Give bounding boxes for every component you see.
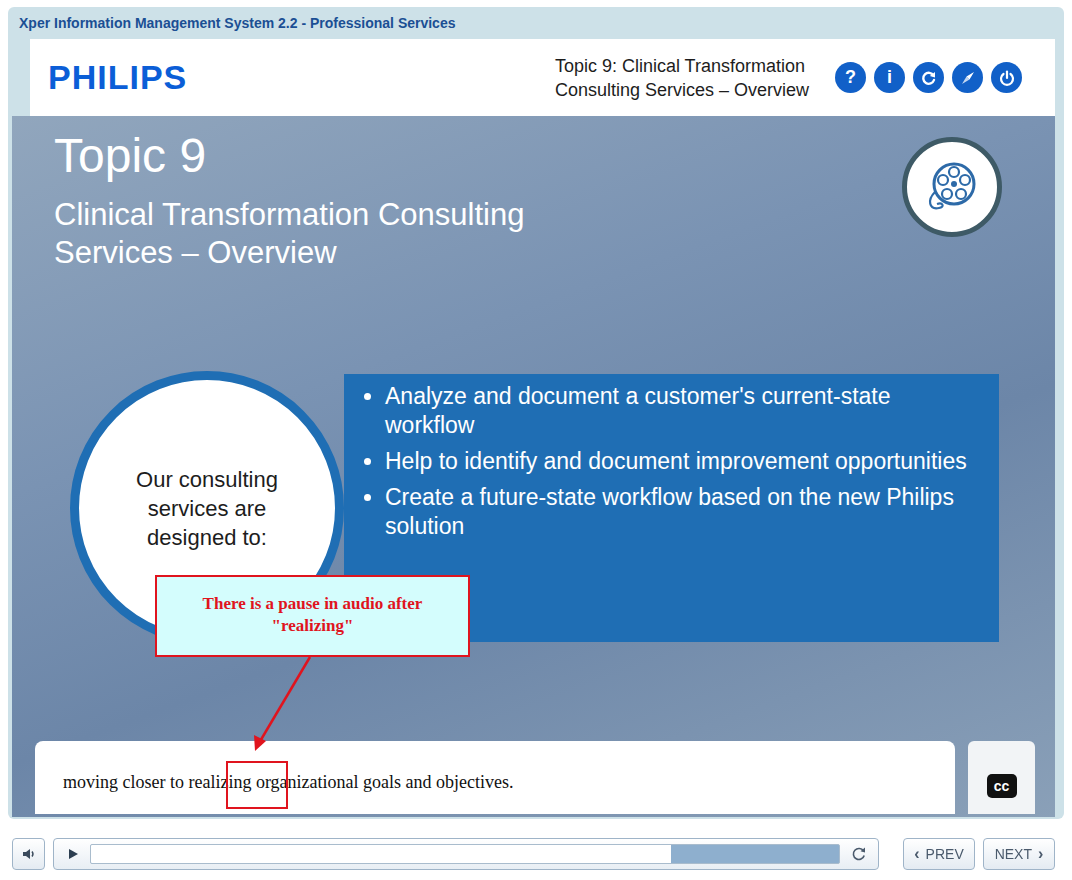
topic-line: Consulting Services – Overview	[555, 78, 809, 102]
subtitle-line: Clinical Transformation Consulting	[54, 196, 524, 234]
exit-button[interactable]	[991, 62, 1022, 93]
bullet-item: Help to identify and document improvemen…	[385, 447, 979, 476]
progress-track[interactable]	[90, 844, 840, 864]
subtitle-line: Services – Overview	[54, 234, 524, 272]
replay-button[interactable]	[913, 62, 944, 93]
next-label: NEXT	[995, 846, 1032, 862]
topic-line: Topic 9: Clinical Transformation	[555, 54, 809, 78]
app-window: Xper Information Management System 2.2 -…	[8, 7, 1064, 819]
prev-button[interactable]: ‹ PREV	[903, 838, 975, 870]
slide-title: Topic 9	[54, 129, 524, 182]
compass-icon	[959, 69, 977, 87]
next-chevron-icon: ›	[1038, 845, 1043, 863]
speaker-icon	[21, 846, 37, 862]
next-button[interactable]: NEXT ›	[983, 838, 1055, 870]
caption-bar: moving closer to realizing organizationa…	[35, 741, 955, 814]
intro-text: Our consulting services are designed to:	[112, 465, 302, 552]
mute-button[interactable]	[12, 838, 45, 870]
info-icon: i	[887, 67, 892, 88]
help-button[interactable]: ?	[835, 62, 866, 93]
cc-button[interactable]: cc	[968, 741, 1035, 814]
caption-text: moving closer to realizing organizationa…	[63, 772, 514, 793]
prev-label: PREV	[926, 846, 964, 862]
player-controls: ‹ PREV NEXT ›	[0, 838, 1072, 870]
cc-icon: cc	[987, 774, 1017, 798]
replay-icon	[920, 69, 938, 87]
topic-title: Topic 9: Clinical TransformationConsulti…	[555, 54, 809, 102]
help-icon: ?	[845, 67, 856, 88]
player-bar	[53, 838, 879, 870]
progress-fill	[91, 845, 671, 863]
philips-logo: PHILIPS	[48, 58, 187, 97]
info-button[interactable]: i	[874, 62, 905, 93]
slide-subtitle: Clinical Transformation ConsultingServic…	[54, 196, 524, 272]
map-button[interactable]	[952, 62, 983, 93]
annotation-arrow	[12, 647, 332, 817]
annotation-highlight	[226, 761, 288, 809]
film-reel-icon	[921, 156, 983, 218]
prev-chevron-icon: ‹	[914, 845, 919, 863]
bullet-item: Create a future-state workflow based on …	[385, 483, 979, 541]
slide: Topic 9 Clinical Transformation Consulti…	[12, 116, 1055, 817]
window-title: Xper Information Management System 2.2 -…	[12, 7, 1055, 39]
annotation-callout: There is a pause in audio after "realizi…	[155, 575, 470, 657]
film-reel-badge	[902, 137, 1002, 237]
replay-icon[interactable]	[850, 845, 868, 863]
play-icon[interactable]	[66, 847, 80, 861]
power-icon	[998, 69, 1016, 87]
nav-buttons: ?i	[835, 62, 1022, 93]
header: PHILIPS Topic 9: Clinical Transformation…	[30, 39, 1055, 116]
bullet-item: Analyze and document a customer's curren…	[385, 382, 979, 440]
